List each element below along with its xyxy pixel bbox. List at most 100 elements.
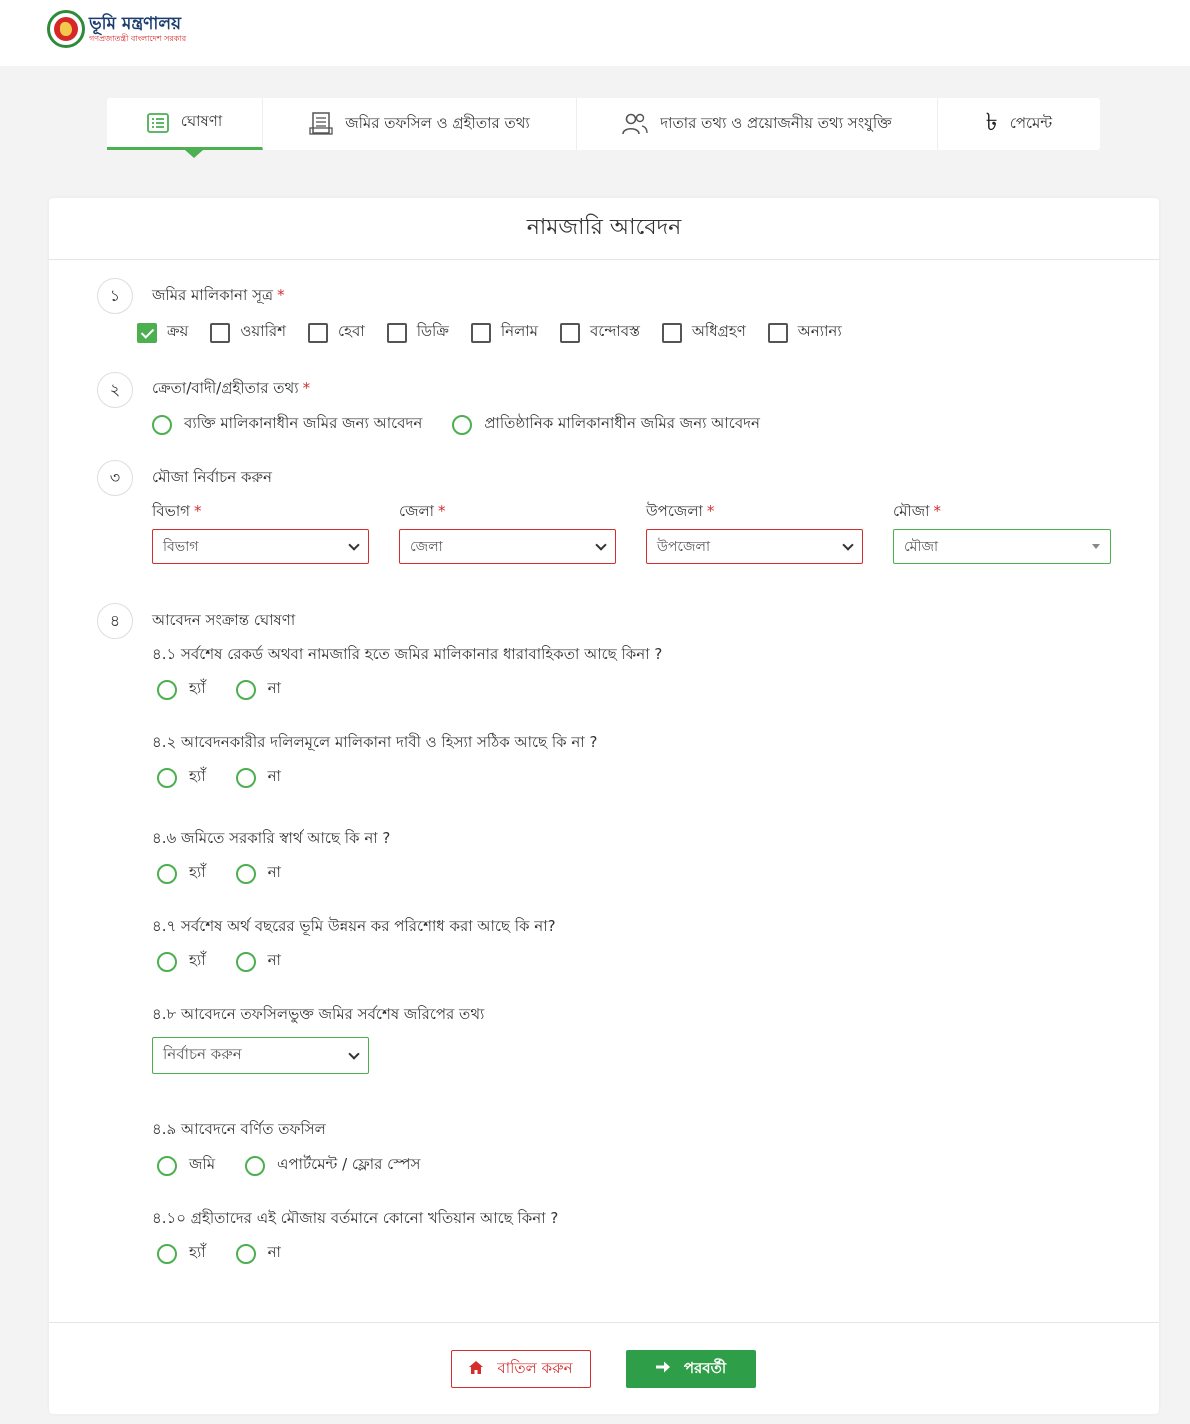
checkbox-label: ডিক্রি bbox=[416, 322, 449, 340]
checkbox-label: ক্রয় bbox=[167, 322, 189, 340]
radio-circle[interactable] bbox=[235, 951, 256, 972]
select-value: জেলা bbox=[410, 538, 443, 555]
cancel-button[interactable]: বাতিল করুন bbox=[451, 1350, 591, 1388]
step-tabs: ঘোষণা জমির তফসিল ও গ্রহীতার তথ্য দাতার ত… bbox=[107, 98, 1100, 158]
section-label-ownership: জমির মালিকানা সূত্র * bbox=[152, 284, 285, 309]
checkbox-box[interactable] bbox=[767, 322, 788, 343]
select-value: বিভাগ bbox=[163, 538, 199, 555]
checkbox-other[interactable]: অন্যান্য bbox=[767, 320, 842, 345]
field-label-text: বিভাগ bbox=[152, 502, 190, 520]
checkbox-label: অধিগ্রহণ bbox=[691, 322, 746, 340]
list-icon bbox=[146, 112, 169, 133]
section-number: ২ bbox=[97, 372, 133, 408]
checkbox-box[interactable] bbox=[308, 322, 329, 343]
checkbox-box[interactable] bbox=[210, 322, 231, 343]
checkbox-gift[interactable]: হেবা bbox=[308, 320, 365, 345]
bangladesh-emblem-icon bbox=[47, 10, 85, 48]
question-4-1: ৪.১ সর্বশেষ রেকর্ড অথবা নামজারি হতে জমির… bbox=[152, 645, 663, 663]
radio-circle[interactable] bbox=[235, 1243, 256, 1264]
radio-yes[interactable]: হ্যাঁ bbox=[157, 949, 206, 974]
q6-radio-group: হ্যাঁ না bbox=[157, 861, 311, 886]
checkbox-auction[interactable]: নিলাম bbox=[470, 320, 538, 345]
checkbox-label: হেবা bbox=[338, 322, 365, 340]
section-label-declaration: আবেদন সংক্রান্ত ঘোষণা bbox=[152, 611, 296, 629]
radio-circle[interactable] bbox=[245, 1155, 266, 1176]
radio-label: প্রাতিষ্ঠানিক মালিকানাধীন জমির জন্য আবেদ… bbox=[484, 414, 761, 432]
division-label: বিভাগ * bbox=[152, 500, 202, 525]
form-title: নামজারি আবেদন bbox=[49, 198, 1159, 260]
radio-label: না bbox=[267, 863, 281, 881]
radio-circle[interactable] bbox=[157, 951, 177, 972]
required-mark: * bbox=[194, 502, 202, 520]
field-label-text: মৌজা bbox=[893, 502, 930, 520]
chevron-down-icon bbox=[348, 538, 360, 551]
q1-radio-group: হ্যাঁ না bbox=[157, 677, 311, 702]
application-form-card: নামজারি আবেদন ১ জমির মালিকানা সূত্র * ক্র… bbox=[49, 198, 1159, 1414]
checkbox-box[interactable] bbox=[137, 322, 157, 343]
required-mark: * bbox=[706, 502, 715, 520]
q2-radio-group: হ্যাঁ না bbox=[157, 765, 311, 790]
ministry-logo[interactable]: ভূমি মন্ত্রণালয় গণপ্রজাতন্ত্রী বাংলাদেশ… bbox=[47, 10, 186, 48]
section-number: ৪ bbox=[97, 603, 133, 639]
radio-circle[interactable] bbox=[235, 863, 256, 884]
radio-yes[interactable]: হ্যাঁ bbox=[157, 677, 206, 702]
tab-declaration[interactable]: ঘোষণা bbox=[107, 98, 263, 158]
ownership-checkbox-group: ক্রয় ওয়ারিশ হেবা ডিক্রি নিলাম বন্দোবস্… bbox=[137, 320, 864, 345]
radio-label: না bbox=[267, 679, 281, 697]
radio-circle[interactable] bbox=[452, 414, 473, 435]
checkbox-box[interactable] bbox=[560, 322, 580, 343]
checkbox-settlement[interactable]: বন্দোবস্ত bbox=[560, 320, 640, 345]
checkbox-purchase[interactable]: ক্রয় bbox=[137, 320, 188, 345]
next-button[interactable]: পরবর্তী bbox=[626, 1350, 756, 1388]
checkbox-inheritance[interactable]: ওয়ারিশ bbox=[210, 320, 286, 345]
radio-institutional[interactable]: প্রাতিষ্ঠানিক মালিকানাধীন জমির জন্য আবেদ… bbox=[452, 412, 760, 437]
chevron-down-icon bbox=[842, 538, 854, 551]
division-select[interactable]: বিভাগ bbox=[152, 529, 369, 564]
checkbox-box[interactable] bbox=[386, 322, 407, 343]
radio-circle[interactable] bbox=[235, 679, 256, 700]
checkbox-box[interactable] bbox=[470, 322, 491, 343]
arrow-right-icon bbox=[655, 1361, 670, 1377]
cancel-label: বাতিল করুন bbox=[497, 1358, 573, 1377]
radio-no[interactable]: না bbox=[235, 677, 281, 702]
checkbox-box[interactable] bbox=[661, 322, 682, 343]
radio-label: না bbox=[267, 767, 281, 785]
logo-title: ভূমি মন্ত্রণালয় bbox=[89, 14, 182, 34]
checkbox-label: অন্যান্য bbox=[797, 322, 842, 340]
radio-circle[interactable] bbox=[157, 767, 177, 788]
radio-circle[interactable] bbox=[235, 767, 256, 788]
q9-radio-group: জমি এপার্টমেন্ট / ফ্লোর স্পেস bbox=[157, 1153, 450, 1178]
radio-no[interactable]: না bbox=[235, 949, 281, 974]
radio-yes[interactable]: হ্যাঁ bbox=[157, 765, 206, 790]
radio-apartment[interactable]: এপার্টমেন্ট / ফ্লোর স্পেস bbox=[245, 1153, 420, 1178]
radio-yes[interactable]: হ্যাঁ bbox=[157, 861, 206, 886]
radio-no[interactable]: না bbox=[235, 765, 281, 790]
question-4-8: ৪.৮ আবেদনে তফসিলভুক্ত জমির সর্বশেষ জরিপে… bbox=[152, 1005, 485, 1023]
tab-donor-info[interactable]: দাতার তথ্য ও প্রয়োজনীয় তথ্য সংযুক্তি bbox=[577, 98, 938, 150]
radio-land[interactable]: জমি bbox=[157, 1153, 215, 1178]
survey-info-select[interactable]: নির্বাচন করুন bbox=[152, 1037, 369, 1074]
field-label-text: উপজেলা bbox=[646, 502, 703, 520]
checkbox-acquisition[interactable]: অধিগ্রহণ bbox=[661, 320, 746, 345]
q10-radio-group: হ্যাঁ না bbox=[157, 1241, 311, 1266]
district-select[interactable]: জেলা bbox=[399, 529, 616, 564]
radio-circle[interactable] bbox=[157, 1155, 177, 1176]
radio-circle[interactable] bbox=[157, 863, 177, 884]
radio-individual[interactable]: ব্যক্তি মালিকানাধীন জমির জন্য আবেদন bbox=[152, 412, 422, 437]
home-icon bbox=[469, 1360, 484, 1378]
tab-payment[interactable]: ৳ পেমেন্ট bbox=[938, 98, 1100, 150]
radio-no[interactable]: না bbox=[235, 861, 281, 886]
radio-label: হ্যাঁ bbox=[189, 863, 206, 881]
applicant-type-radio-group: ব্যক্তি মালিকানাধীন জমির জন্য আবেদন প্রা… bbox=[152, 412, 790, 437]
radio-yes[interactable]: হ্যাঁ bbox=[157, 1241, 206, 1266]
footer-divider bbox=[49, 1322, 1159, 1323]
radio-circle[interactable] bbox=[157, 1243, 177, 1264]
radio-label: হ্যাঁ bbox=[189, 951, 206, 969]
radio-no[interactable]: না bbox=[235, 1241, 281, 1266]
checkbox-decree[interactable]: ডিক্রি bbox=[386, 320, 449, 345]
tab-land-details[interactable]: জমির তফসিল ও গ্রহীতার তথ্য bbox=[263, 98, 577, 150]
radio-circle[interactable] bbox=[152, 414, 172, 435]
mouza-select[interactable]: মৌজা bbox=[893, 529, 1111, 564]
upazila-select[interactable]: উপজেলা bbox=[646, 529, 863, 564]
radio-circle[interactable] bbox=[157, 679, 177, 700]
